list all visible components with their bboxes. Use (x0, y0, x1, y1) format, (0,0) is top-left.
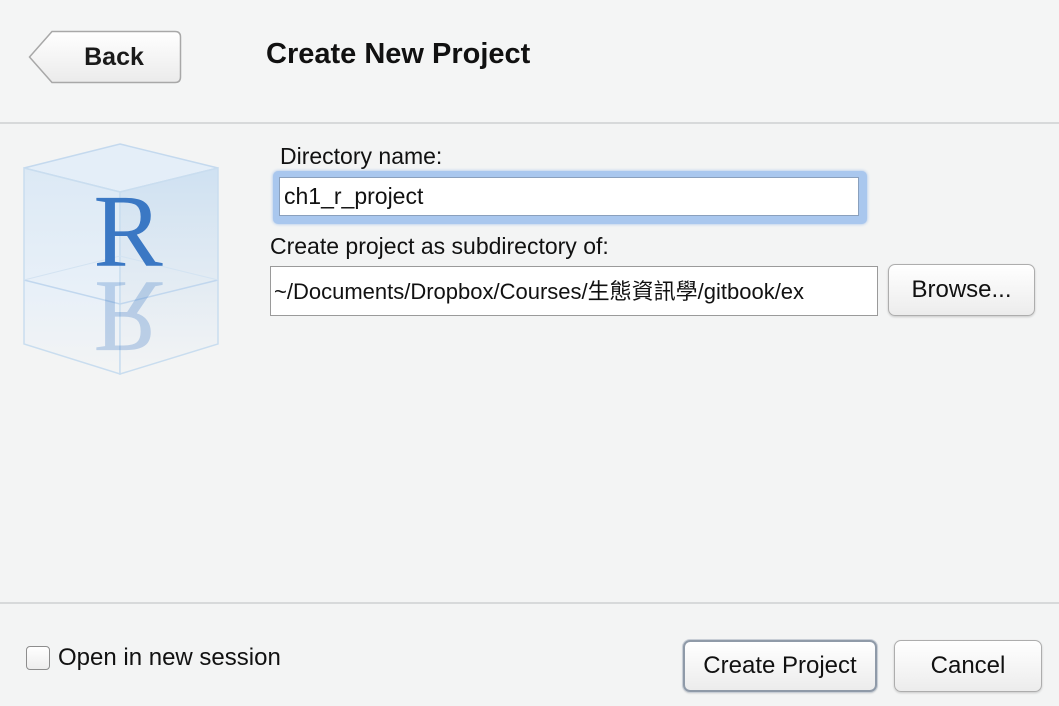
svg-text:R: R (93, 259, 163, 374)
header-bar: Back Create New Project (0, 0, 1059, 124)
directory-name-input[interactable] (279, 177, 859, 216)
open-in-new-session-label[interactable]: Open in new session (58, 644, 281, 672)
cancel-button[interactable]: Cancel (894, 640, 1042, 692)
page-title: Create New Project (266, 38, 531, 70)
browse-button[interactable]: Browse... (888, 264, 1035, 316)
directory-name-label: Directory name: (280, 143, 443, 169)
r-cube-logo-icon: R R (20, 138, 225, 378)
parent-directory-path-field[interactable]: ~/Documents/Dropbox/Courses/生態資訊學/gitboo… (270, 266, 878, 316)
back-button[interactable]: Back (28, 30, 182, 84)
footer-divider (0, 602, 1059, 604)
create-project-button[interactable]: Create Project (683, 640, 877, 692)
directory-name-focus-ring (273, 171, 867, 224)
back-button-label: Back (84, 43, 144, 71)
open-in-new-session-checkbox[interactable] (26, 646, 50, 670)
parent-directory-label: Create project as subdirectory of: (270, 233, 609, 259)
